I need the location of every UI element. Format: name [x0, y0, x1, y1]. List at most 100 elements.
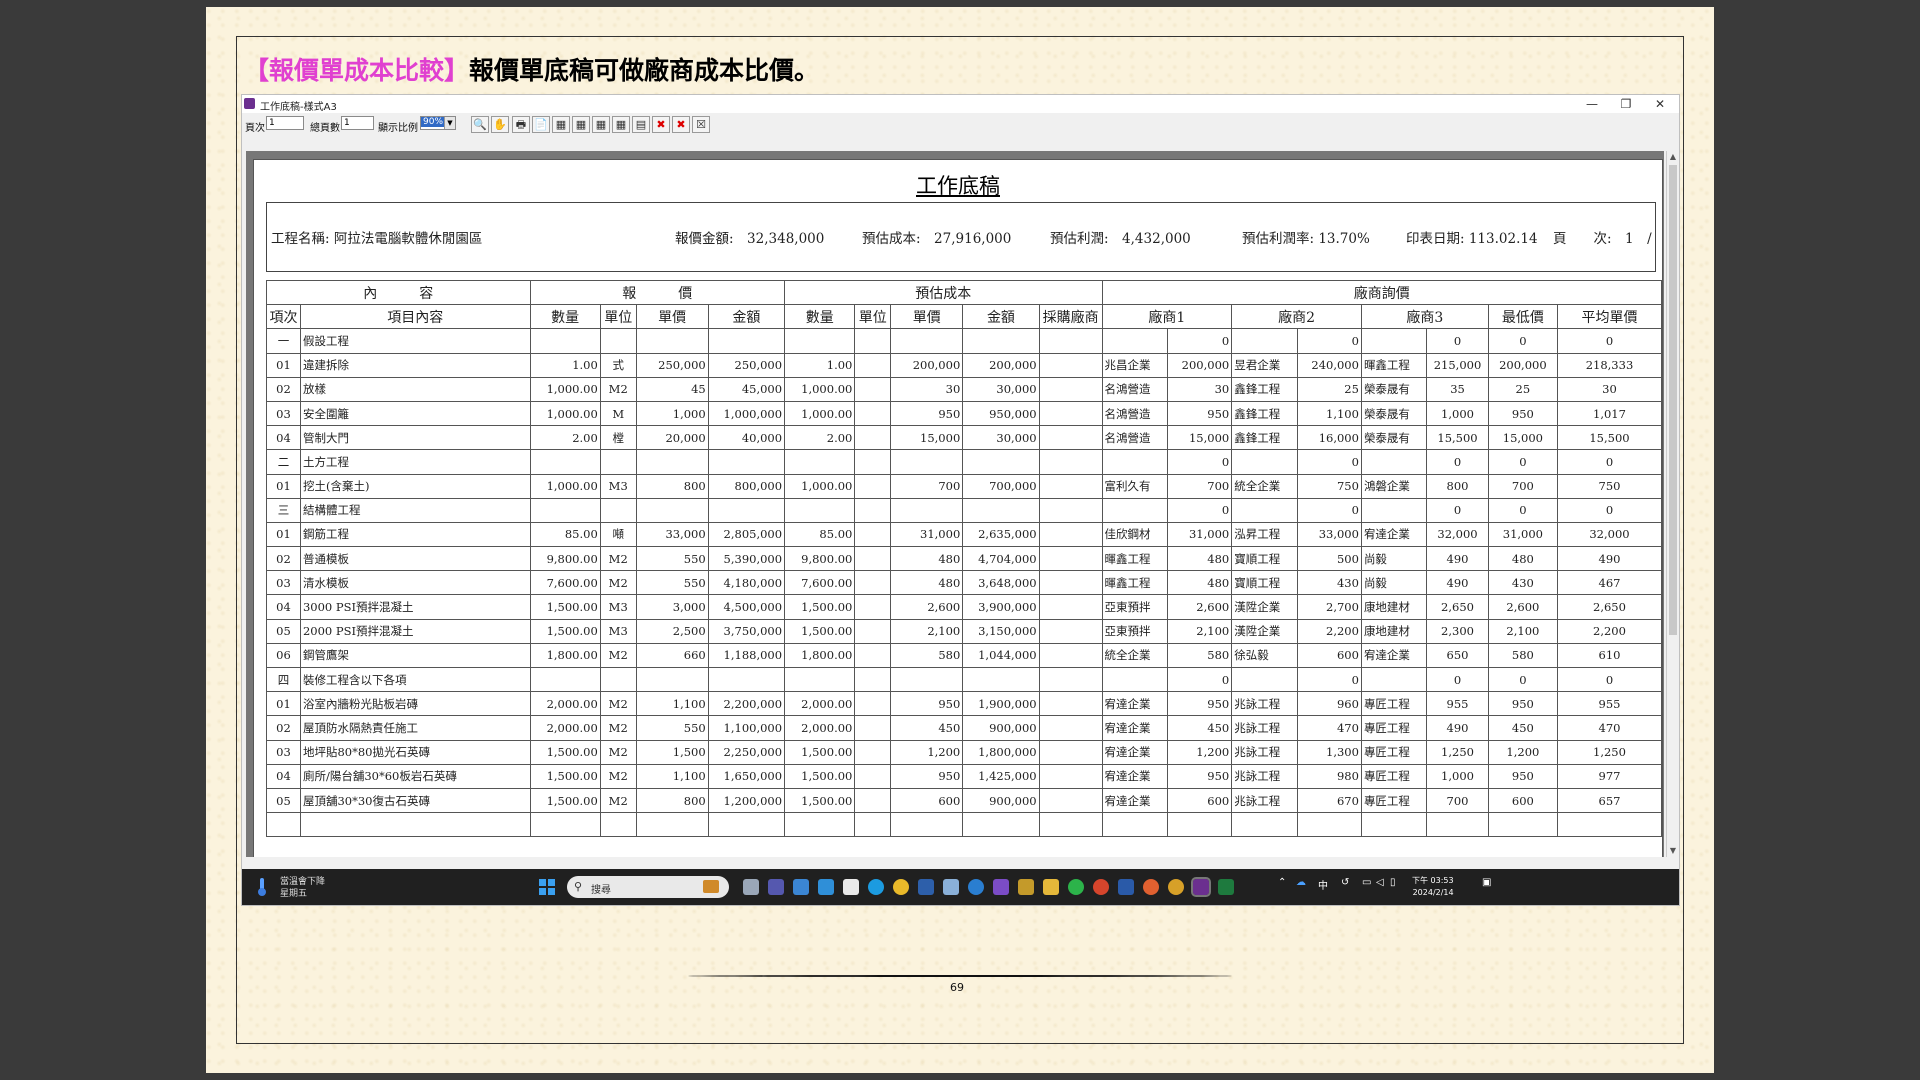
scroll-down-icon[interactable]: ▼ — [1667, 845, 1679, 857]
chrome-icon[interactable] — [893, 879, 909, 895]
table-cell: 鋼管鷹架 — [299, 642, 531, 669]
print-icon[interactable]: 🖶 — [512, 116, 530, 133]
notepad-icon[interactable] — [793, 879, 809, 895]
table-cell: 清水模板 — [299, 570, 531, 596]
onedrive-icon[interactable]: ☁ — [1296, 877, 1306, 888]
chrome-profile-icon[interactable] — [1168, 879, 1184, 895]
clock[interactable]: 下午 03:53 2024/2/14 — [1412, 875, 1454, 899]
table-cell: 1,300 — [1296, 739, 1362, 765]
powerpoint-icon[interactable] — [1093, 879, 1109, 895]
table-cell: 專匠工程 — [1360, 739, 1428, 765]
close-preview-icon[interactable]: ☒ — [692, 116, 710, 133]
table-cell — [784, 812, 856, 838]
table-cell: 噸 — [599, 521, 637, 548]
table-row: 01 浴室內牆粉光貼板岩磚 2,000.00 M2 1,100 2,200,000 2,00… — [266, 691, 1663, 717]
photos-icon[interactable] — [818, 879, 834, 895]
table-cell: 31,000 — [1166, 521, 1233, 548]
table-cell: 1,000.00 — [784, 376, 856, 402]
table-cell: 榮泰晟有 — [1360, 400, 1428, 427]
battery-icon[interactable]: ▯ — [1390, 877, 1396, 888]
footer-rule — [688, 975, 1232, 977]
taskbar-search[interactable]: ⚲ 搜尋 — [567, 876, 729, 898]
teams-icon[interactable] — [768, 879, 784, 895]
scroll-up-icon[interactable]: ▲ — [1667, 151, 1679, 163]
table-cell: 3,750,000 — [707, 618, 786, 644]
page-setup-icon[interactable]: 📄 — [532, 116, 550, 133]
snipping-icon[interactable] — [918, 879, 934, 895]
table-cell: 15,500 — [1426, 425, 1489, 451]
chevron-up-icon[interactable]: ⌃ — [1278, 877, 1286, 888]
table-cell: 徐弘毅 — [1231, 642, 1298, 669]
ie-icon[interactable] — [968, 879, 984, 895]
weather-widget[interactable]: 當溫會下降 星期五 — [280, 876, 325, 900]
paint-icon[interactable] — [1143, 879, 1159, 895]
table-cell: 放樣 — [299, 376, 531, 402]
table-cell: 580 — [890, 642, 964, 669]
weather-icon[interactable] — [256, 877, 268, 897]
language-icon[interactable]: ↺ — [1341, 877, 1349, 888]
store-icon[interactable] — [843, 879, 859, 895]
edge-icon[interactable] — [868, 879, 884, 895]
table-cell — [854, 570, 892, 596]
export-image-icon[interactable]: ✖ — [672, 116, 690, 133]
start-icon[interactable] — [539, 879, 555, 898]
file-explorer-icon[interactable] — [1043, 879, 1059, 895]
task-view-icon[interactable] — [743, 879, 759, 895]
export-sheet-icon[interactable]: ▦ — [572, 116, 590, 133]
ime-indicator[interactable]: 中 — [1318, 877, 1328, 892]
table-cell — [1360, 666, 1428, 693]
estimating-app-icon[interactable] — [1191, 877, 1211, 897]
table-cell — [854, 594, 892, 620]
hand-pan-icon[interactable]: ✋ — [491, 116, 509, 133]
table-cell: 657 — [1556, 787, 1663, 814]
table-cell: 1,500.00 — [529, 739, 601, 765]
report-summary: 工程名稱: 阿拉法電腦軟體休閒園區 報價金額: 32,348,000 預估成本:… — [266, 202, 1664, 272]
table-cell: 490 — [1556, 546, 1663, 572]
table-cell: 漢陞企業 — [1231, 594, 1298, 620]
close-button[interactable]: ✕ — [1643, 95, 1677, 113]
table-cell — [1038, 812, 1103, 838]
minimize-button[interactable]: — — [1575, 95, 1609, 113]
table-cell — [599, 449, 637, 475]
briefcase-icon — [703, 880, 719, 893]
vertical-scrollbar[interactable]: ▲ ▼ — [1666, 151, 1679, 857]
export-data-icon[interactable]: ▦ — [592, 116, 610, 133]
table-cell — [599, 328, 637, 354]
chevron-down-icon[interactable]: ▼ — [444, 117, 455, 129]
table-cell — [854, 497, 892, 523]
table-cell: 950 — [1166, 400, 1233, 427]
table-cell: 1,500.00 — [529, 787, 601, 814]
table-cell: 02 — [266, 546, 301, 572]
scroll-thumb[interactable] — [1669, 165, 1677, 635]
line-icon[interactable] — [1068, 879, 1084, 895]
export-grid-icon[interactable]: ▦ — [612, 116, 630, 133]
table-cell: 700 — [890, 473, 964, 499]
notification-icon[interactable]: ▣ — [1482, 877, 1491, 888]
mail-icon[interactable] — [943, 879, 959, 895]
visual-studio-icon[interactable] — [993, 879, 1009, 895]
table-cell — [1038, 618, 1103, 644]
table-cell — [707, 812, 786, 838]
table-cell — [854, 400, 892, 427]
zoom-icon[interactable]: 🔍 — [471, 116, 489, 133]
table-cell: 30 — [1556, 376, 1663, 402]
page-input[interactable]: 1 — [266, 116, 304, 130]
export-excel-icon[interactable]: ▦ — [552, 116, 570, 133]
table-cell — [1101, 812, 1168, 838]
export-word-icon[interactable]: ▤ — [632, 116, 650, 133]
table-cell: 地坪貼80*80拋光石英磚 — [299, 739, 531, 765]
table-cell — [962, 497, 1040, 523]
table-cell: 02 — [266, 715, 301, 741]
volume-icon[interactable]: ◁ — [1376, 877, 1384, 888]
tools-icon[interactable] — [1018, 879, 1034, 895]
table-cell — [962, 812, 1040, 838]
table-row: 02 屋頂防水隔熱責任施工 2,000.00 M2 550 1,100,000 2,000.… — [266, 715, 1663, 741]
network-icon[interactable]: ▭ — [1362, 877, 1371, 888]
zoom-select[interactable]: 90% ▼ — [420, 116, 456, 130]
table-cell: 1,500.00 — [529, 618, 601, 644]
restore-button[interactable]: ❐ — [1609, 95, 1643, 113]
excel-icon[interactable] — [1218, 879, 1234, 895]
total-pages-field: 1 — [341, 116, 374, 130]
word-icon[interactable] — [1118, 879, 1134, 895]
export-pdf-icon[interactable]: ✖ — [652, 116, 670, 133]
